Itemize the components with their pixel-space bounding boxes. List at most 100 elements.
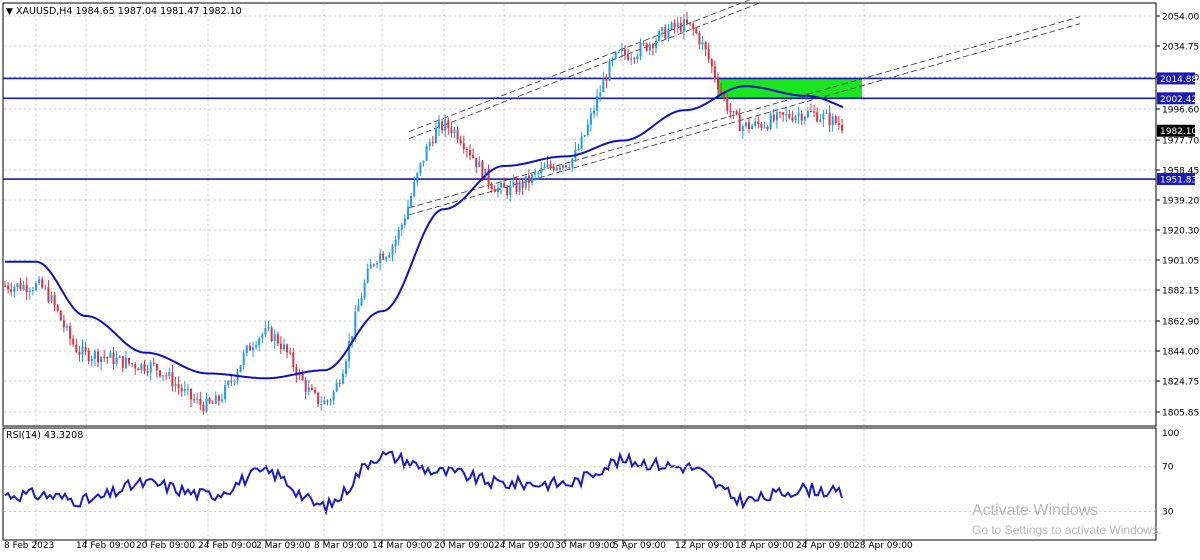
- candle-body: [651, 44, 654, 48]
- candle-body: [171, 372, 174, 387]
- x-tick-label: 30 Mar 09:00: [555, 541, 615, 551]
- candle-body: [447, 120, 450, 129]
- candle-body: [310, 387, 313, 390]
- candle-body: [642, 43, 645, 45]
- candle-body: [276, 334, 279, 344]
- candle-body: [785, 113, 788, 115]
- candle-body: [806, 111, 809, 117]
- candle-body: [540, 168, 543, 173]
- candle-body: [549, 163, 552, 167]
- candle-body: [769, 114, 772, 130]
- candle-body: [763, 126, 766, 128]
- candle-body: [270, 327, 273, 342]
- candle-body: [47, 287, 50, 302]
- supply-zone: [718, 78, 862, 99]
- candle-body: [183, 388, 186, 392]
- candle-body: [819, 119, 822, 122]
- candle-body: [376, 262, 378, 265]
- candle-body: [369, 264, 372, 269]
- candle-body: [100, 356, 103, 363]
- candle-body: [493, 189, 496, 193]
- candle-body: [469, 150, 471, 156]
- candle-body: [286, 344, 289, 353]
- candle-body: [571, 158, 574, 168]
- candle-body: [481, 161, 484, 179]
- candle-body: [372, 264, 375, 266]
- y-tick-label: 1901.05: [1162, 257, 1199, 267]
- candle-body: [766, 126, 769, 130]
- candle-body: [360, 297, 363, 306]
- candle-body: [630, 58, 633, 60]
- candle-body: [131, 363, 134, 365]
- candle-body: [44, 287, 47, 289]
- candle-body: [741, 126, 744, 132]
- candle-body: [475, 158, 478, 167]
- candle-body: [143, 363, 146, 372]
- x-tick-label: 8 Mar 09:00: [314, 541, 369, 551]
- candle-body: [28, 291, 31, 293]
- candle-body: [248, 345, 251, 351]
- watermark-subtitle: Go to Settings to activate Windows.: [972, 523, 1162, 537]
- candle-body: [221, 399, 223, 401]
- candle-body: [596, 95, 599, 111]
- candle-body: [283, 344, 285, 350]
- candle-body: [465, 148, 468, 151]
- candle-body: [345, 361, 347, 374]
- candle-body: [410, 196, 413, 207]
- candle-body: [701, 42, 704, 45]
- chart-dropdown-icon[interactable]: ▼: [6, 7, 13, 17]
- candle-body: [16, 283, 19, 287]
- candle-body: [813, 111, 816, 113]
- candle-body: [400, 224, 403, 230]
- y-tick-label: 1862.90: [1162, 318, 1199, 328]
- candle-body: [202, 404, 205, 412]
- candle-body: [655, 40, 657, 48]
- candle-body: [97, 351, 99, 363]
- candle-body: [670, 22, 673, 30]
- candle-body: [416, 172, 419, 183]
- candle-body: [704, 42, 707, 50]
- candle-body: [41, 279, 44, 288]
- candle-body: [190, 388, 192, 400]
- candle-body: [568, 167, 571, 169]
- candle-body: [664, 27, 667, 39]
- candle-body: [211, 402, 214, 404]
- candle-body: [394, 239, 397, 247]
- rsi-tick-label: 100: [1162, 429, 1179, 439]
- candle-body: [230, 381, 233, 383]
- candle-body: [137, 368, 140, 371]
- candle-body: [633, 58, 636, 60]
- candle-body: [760, 124, 763, 128]
- candle-body: [710, 59, 713, 67]
- candle-body: [379, 253, 382, 263]
- candle-body: [93, 351, 96, 359]
- candle-body: [757, 121, 760, 125]
- level-price-label: 2014.88: [1160, 75, 1197, 85]
- candle-body: [456, 129, 459, 140]
- candle-body: [521, 181, 524, 188]
- candle-body: [751, 125, 754, 129]
- candle-body: [357, 305, 360, 312]
- candle-body: [385, 257, 388, 260]
- candle-body: [534, 173, 537, 175]
- candle-body: [453, 129, 456, 134]
- candle-body: [478, 161, 481, 167]
- candle-body: [419, 162, 422, 173]
- candle-body: [66, 326, 68, 328]
- trading-chart[interactable]: 2054.002034.752015.001996.601977.701958.…: [0, 0, 1200, 555]
- y-tick-label: 1882.15: [1162, 287, 1199, 297]
- candle-body: [658, 30, 661, 41]
- candle-body: [109, 352, 112, 358]
- candle-body: [608, 61, 611, 81]
- candle-body: [69, 326, 72, 339]
- chart-canvas[interactable]: 2054.002034.752015.001996.601977.701958.…: [0, 0, 1200, 555]
- candle-body: [636, 56, 639, 60]
- candle-body: [10, 289, 13, 292]
- candle-body: [363, 282, 366, 298]
- candle-body: [391, 246, 394, 255]
- candle-body: [90, 358, 93, 362]
- rsi-tick-label: 70: [1162, 463, 1174, 473]
- y-tick-label: 1824.75: [1162, 378, 1199, 388]
- candle-body: [25, 284, 28, 293]
- candle-body: [537, 172, 540, 174]
